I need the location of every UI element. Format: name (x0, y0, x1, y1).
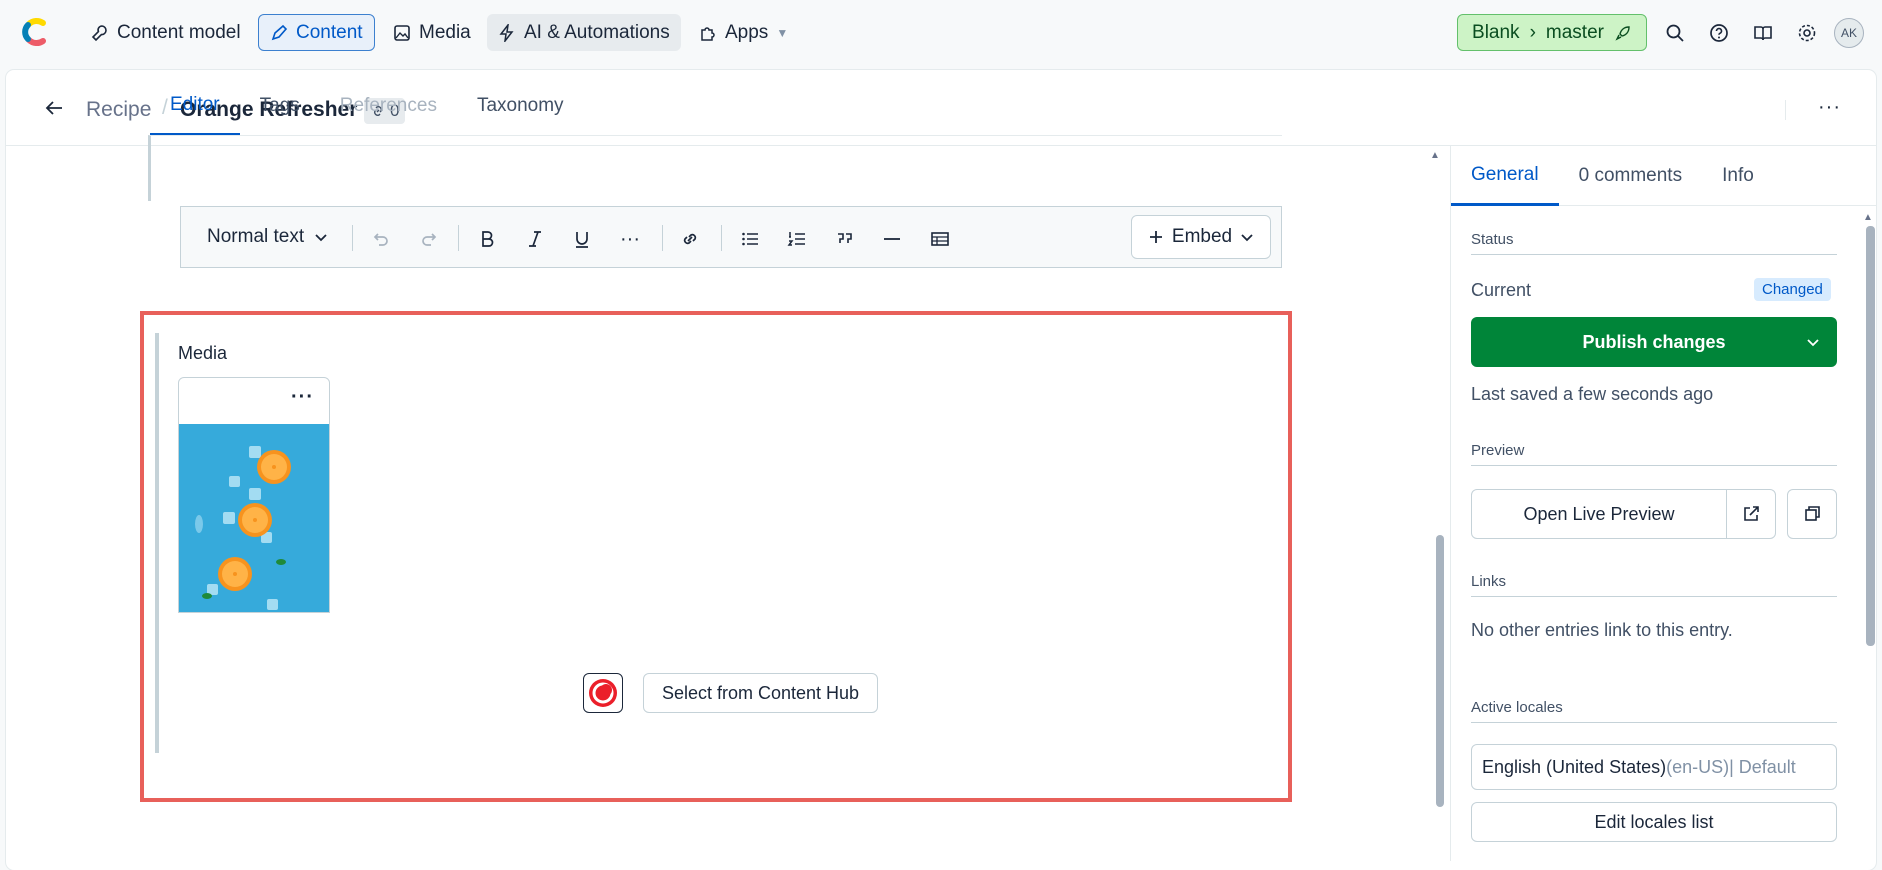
tab-general[interactable]: General (1451, 146, 1559, 206)
asset-thumbnail[interactable] (179, 424, 329, 612)
nav-ai-label: AI & Automations (524, 21, 670, 43)
plus-icon (1148, 229, 1164, 245)
toolbar-divider (352, 225, 353, 251)
nav-content-label: Content (296, 21, 363, 43)
asset-card[interactable]: ··· (178, 377, 330, 613)
media-field-label: Media (178, 343, 228, 363)
embed-label: Embed (1171, 226, 1233, 247)
sidebar-scroll-up-icon[interactable]: ▲ (1863, 212, 1873, 223)
text-style-label: Normal text (207, 226, 305, 247)
numbered-list-icon[interactable] (783, 225, 811, 253)
open-live-preview-button[interactable]: Open Live Preview (1471, 489, 1727, 539)
links-empty-text: No other entries link to this entry. (1471, 620, 1733, 640)
more-formatting-icon[interactable]: ··· (616, 225, 644, 253)
redo-icon[interactable] (415, 225, 443, 253)
contentful-logo[interactable] (18, 16, 50, 48)
editor-tabs: Editor Tags References Taxonomy (150, 76, 584, 136)
sidebar-scrollbar[interactable] (1866, 226, 1875, 646)
hyperlink-icon[interactable] (676, 225, 704, 253)
tab-comments[interactable]: 0 comments (1559, 146, 1702, 206)
top-navigation: Content model Content Media AI & Automat… (0, 0, 1882, 66)
select-from-content-hub-button[interactable]: Select from Content Hub (643, 673, 878, 713)
rich-text-field-frame (148, 135, 1282, 201)
italic-icon[interactable] (521, 225, 549, 253)
env-branch: master (1545, 21, 1604, 43)
quote-icon[interactable] (831, 225, 859, 253)
rich-text-toolbar: Normal text ··· Embed (180, 206, 1282, 268)
tab-taxonomy[interactable]: Taxonomy (457, 76, 584, 136)
breadcrumb-content-type[interactable]: Recipe (86, 98, 151, 122)
bullet-list-icon[interactable] (736, 225, 764, 253)
book-icon[interactable] (1750, 20, 1776, 46)
wrench-icon (91, 24, 109, 42)
status-badge: Changed (1754, 278, 1831, 301)
puzzle-icon (699, 24, 717, 42)
image-icon (393, 24, 411, 42)
last-saved-text: Last saved a few seconds ago (1471, 384, 1714, 404)
header-divider (1785, 100, 1786, 120)
status-current-label: Current (1471, 280, 1532, 300)
nav-content[interactable]: Content (258, 14, 375, 51)
tab-info[interactable]: Info (1702, 146, 1774, 206)
embed-dropdown-button[interactable]: Embed (1131, 215, 1271, 259)
publish-changes-button[interactable]: Publish changes (1471, 317, 1837, 367)
scroll-up-arrow-icon[interactable]: ▲ (1430, 150, 1440, 161)
chevron-down-icon[interactable] (1805, 334, 1821, 350)
preview-section-title: Preview (1471, 442, 1837, 466)
locale-name: English (United States) (1482, 756, 1667, 777)
locales-section-title: Active locales (1471, 699, 1837, 723)
search-icon[interactable] (1662, 20, 1688, 46)
nav-content-model-label: Content model (117, 21, 241, 43)
copy-icon[interactable] (1787, 489, 1837, 539)
tab-editor[interactable]: Editor (150, 76, 240, 136)
editor-scrollbar[interactable] (1436, 535, 1444, 807)
toolbar-divider (458, 225, 459, 251)
gear-icon[interactable] (1794, 20, 1820, 46)
rocket-icon (1614, 24, 1632, 42)
tab-tags[interactable]: Tags (240, 76, 320, 136)
links-section-title: Links (1471, 573, 1837, 597)
nav-apps[interactable]: Apps ▼ (688, 14, 799, 51)
status-section-title: Status (1471, 231, 1837, 255)
entry-sidebar: General 0 comments Info ▲ Status Current… (1450, 146, 1877, 861)
asset-more-icon[interactable]: ··· (291, 386, 314, 409)
external-link-icon[interactable] (1726, 489, 1776, 539)
help-icon[interactable] (1706, 20, 1732, 46)
content-hub-logo-icon (583, 673, 623, 713)
edit-locales-button[interactable]: Edit locales list (1471, 802, 1837, 842)
publish-label: Publish changes (1582, 331, 1726, 352)
locale-code: (en-US)| Default (1666, 756, 1796, 777)
environment-switcher[interactable]: Blank › master (1457, 14, 1647, 51)
lightning-icon (498, 23, 516, 42)
undo-icon[interactable] (367, 225, 395, 253)
bold-icon[interactable] (473, 225, 501, 253)
nav-content-model[interactable]: Content model (80, 14, 252, 51)
nav-apps-label: Apps (725, 21, 769, 43)
table-icon[interactable] (926, 225, 954, 253)
text-style-dropdown[interactable]: Normal text (207, 226, 328, 248)
chevron-down-icon (314, 230, 328, 244)
pen-icon (270, 24, 288, 42)
nav-media[interactable]: Media (382, 14, 482, 51)
sidebar-tabs: General 0 comments Info (1451, 146, 1877, 206)
underline-icon[interactable] (568, 225, 596, 253)
tab-references[interactable]: References (320, 76, 457, 136)
avatar[interactable]: AK (1834, 18, 1864, 48)
toolbar-divider (721, 225, 722, 251)
toolbar-divider (662, 225, 663, 251)
chevron-down-icon: ▼ (776, 25, 789, 40)
horizontal-rule-icon[interactable] (878, 225, 906, 253)
nav-media-label: Media (419, 21, 471, 43)
nav-ai-automations[interactable]: AI & Automations (487, 14, 681, 51)
chevron-down-icon (1240, 230, 1254, 244)
env-space: Blank (1472, 21, 1520, 43)
chevron-right-icon: › (1529, 21, 1536, 43)
more-actions-icon[interactable]: ··· (1818, 96, 1841, 119)
media-field-indicator (155, 333, 159, 753)
back-arrow-icon[interactable] (42, 96, 66, 120)
active-locale-item: English (United States) (en-US)| Default (1471, 744, 1837, 790)
